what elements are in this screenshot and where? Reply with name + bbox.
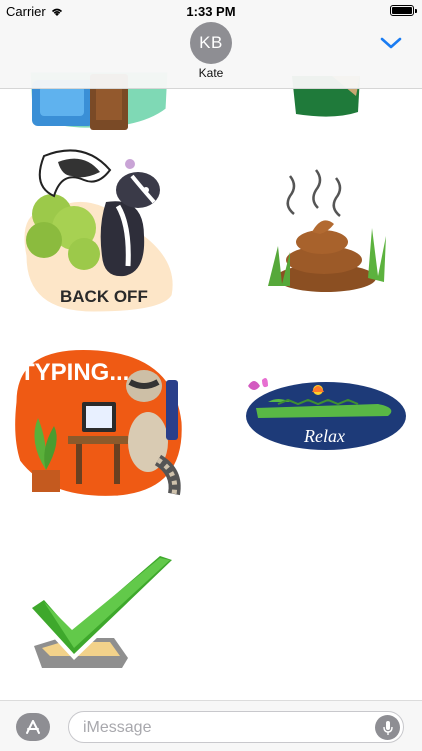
poop-sticker[interactable] xyxy=(260,166,396,300)
app-store-icon xyxy=(26,720,40,734)
message-field xyxy=(68,711,404,743)
checkmark-sticker[interactable] xyxy=(20,548,184,678)
back-off-text: BACK OFF xyxy=(60,287,148,306)
raccoon-typing-sticker[interactable]: TYPING... xyxy=(8,342,188,504)
status-time: 1:33 PM xyxy=(186,4,236,19)
typing-text: TYPING... xyxy=(20,359,129,386)
compose-bar xyxy=(0,700,422,751)
chevron-down-icon[interactable] xyxy=(380,36,402,50)
microphone-icon xyxy=(382,720,393,735)
contact-name[interactable]: Kate xyxy=(0,66,422,80)
microphone-button[interactable] xyxy=(375,715,400,740)
conversation-header: Carrier 1:33 PM KB Kate xyxy=(0,0,422,89)
contact-avatar[interactable]: KB xyxy=(190,22,232,64)
battery-icon xyxy=(390,5,417,16)
status-bar: Carrier 1:33 PM xyxy=(0,0,422,22)
crocodile-relax-sticker[interactable]: Relax xyxy=(238,370,414,458)
message-input[interactable] xyxy=(81,716,365,740)
sticker-grid: BACK OFF TYPING... Relax xyxy=(0,0,422,700)
skunk-back-off-sticker[interactable]: BACK OFF xyxy=(14,146,184,318)
app-store-button[interactable] xyxy=(16,713,50,741)
relax-text: Relax xyxy=(303,426,345,446)
